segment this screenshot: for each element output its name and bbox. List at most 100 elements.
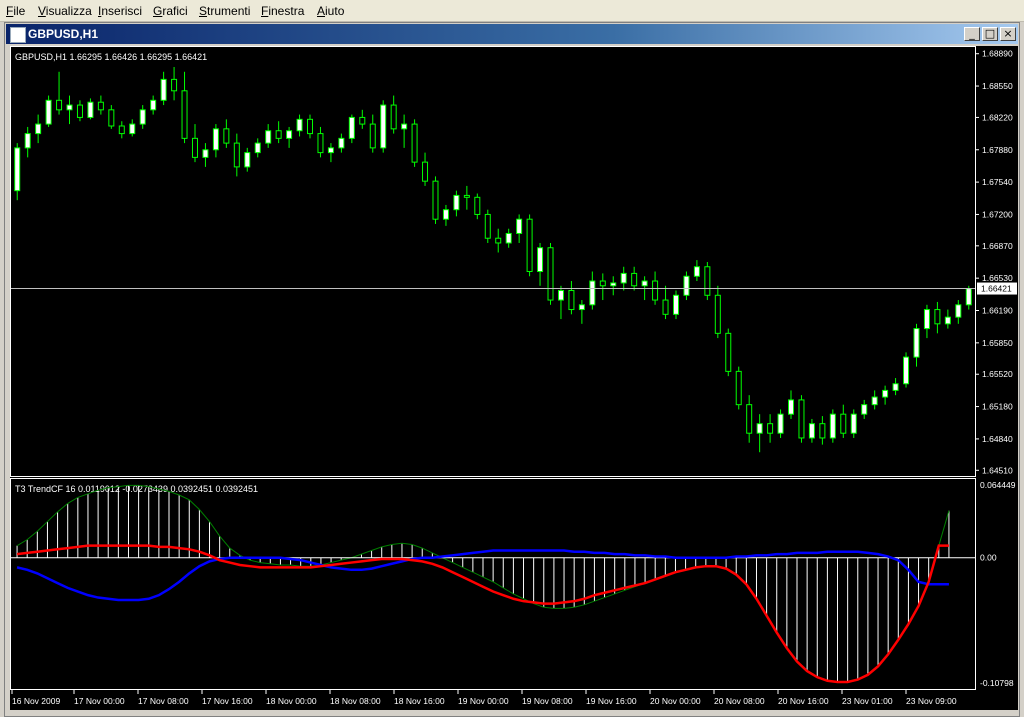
candle-body <box>233 142 240 168</box>
candle-body <box>903 356 910 385</box>
candle-body <box>202 149 209 158</box>
candle-body <box>735 370 742 406</box>
candle-body <box>631 272 638 287</box>
candle-body <box>589 280 596 306</box>
candle-body <box>578 304 585 311</box>
time-tick-label: 17 Nov 00:00 <box>74 696 125 706</box>
candle-body <box>704 266 711 296</box>
candle-body <box>882 389 889 398</box>
candle-body <box>307 118 314 135</box>
time-tick-label: 20 Nov 08:00 <box>714 696 765 706</box>
candle-body <box>265 130 272 144</box>
time-tick-label: 16 Nov 2009 <box>12 696 60 706</box>
candle-body <box>568 290 575 311</box>
price-tick-label: 1.65180 <box>982 402 1013 412</box>
price-tick-label: 1.66870 <box>982 241 1013 251</box>
candle-body <box>97 101 104 111</box>
candle-body <box>641 280 648 287</box>
chart-area[interactable]: GBPUSD,H1 1.66295 1.66426 1.66295 1.6642… <box>0 0 1024 717</box>
time-tick-label: 20 Nov 00:00 <box>650 696 701 706</box>
candle-body <box>422 161 429 182</box>
indicator-axis-label: 0.064449 <box>980 480 1016 490</box>
candle-body <box>788 399 795 415</box>
candle-body <box>327 147 334 154</box>
time-tick-label: 20 Nov 16:00 <box>778 696 829 706</box>
candle-body <box>442 209 449 220</box>
time-tick-label: 17 Nov 08:00 <box>138 696 189 706</box>
indicator-axis-label: 0.00 <box>980 553 997 563</box>
candle-body <box>537 247 544 273</box>
time-tick-label: 23 Nov 09:00 <box>906 696 957 706</box>
price-tick-label: 1.68220 <box>982 112 1013 122</box>
candle-body <box>108 109 115 127</box>
candle-body <box>693 266 700 277</box>
price-tick-label: 1.67200 <box>982 209 1013 219</box>
candle-body <box>725 332 732 372</box>
candle-body <box>390 104 397 130</box>
time-tick-label: 23 Nov 01:00 <box>842 696 893 706</box>
symbol-header: GBPUSD,H1 1.66295 1.66426 1.66295 1.6642… <box>15 52 207 62</box>
candle-body <box>369 123 376 149</box>
candle-body <box>35 123 42 135</box>
current-price-label: 1.66421 <box>981 284 1012 294</box>
candle-body <box>76 104 83 118</box>
candle-body <box>683 275 690 296</box>
candle-body <box>871 396 878 406</box>
time-tick-label: 18 Nov 00:00 <box>266 696 317 706</box>
price-tick-label: 1.65850 <box>982 338 1013 348</box>
price-tick-label: 1.64510 <box>982 465 1013 475</box>
candle-body <box>610 282 617 287</box>
price-tick-label: 1.66530 <box>982 273 1013 283</box>
candle-body <box>913 328 920 358</box>
candle-body <box>934 309 941 325</box>
time-tick-label: 19 Nov 08:00 <box>522 696 573 706</box>
candle-body <box>401 123 408 130</box>
time-tick-label: 17 Nov 16:00 <box>202 696 253 706</box>
candle-body <box>714 294 721 334</box>
candle-body <box>756 423 763 434</box>
candle-body <box>432 180 439 220</box>
candle-body <box>829 413 836 439</box>
candle-body <box>348 116 355 139</box>
candle-body <box>808 423 815 439</box>
candle-body <box>662 299 669 315</box>
price-tick-label: 1.68890 <box>982 49 1013 59</box>
candle-body <box>463 194 470 198</box>
candle-body <box>223 128 230 144</box>
time-tick-label: 19 Nov 00:00 <box>458 696 509 706</box>
candle-body <box>767 423 774 434</box>
price-tick-label: 1.67880 <box>982 145 1013 155</box>
candle-body <box>66 104 73 111</box>
candle-body <box>861 404 868 415</box>
candle-body <box>620 272 627 284</box>
candle-body <box>244 152 251 168</box>
price-tick-label: 1.67540 <box>982 177 1013 187</box>
candle-body <box>955 304 962 318</box>
candle-body <box>892 383 899 391</box>
candle-body <box>965 288 972 306</box>
candle-body <box>129 123 136 135</box>
candle-body <box>599 280 606 287</box>
candle-body <box>359 116 366 125</box>
candle-body <box>547 247 554 301</box>
candle-body <box>254 142 261 154</box>
candle-body <box>139 109 146 125</box>
indicator-axis-label: -0.10798 <box>980 678 1014 688</box>
candle-body <box>286 130 293 139</box>
price-tick-label: 1.66190 <box>982 306 1013 316</box>
time-tick-label: 18 Nov 08:00 <box>330 696 381 706</box>
candle-body <box>840 413 847 434</box>
candle-body <box>87 101 94 118</box>
candle-body <box>652 280 659 301</box>
candle-body <box>118 125 125 135</box>
candle-body <box>850 413 857 434</box>
candle-body <box>45 99 52 125</box>
time-tick-label: 18 Nov 16:00 <box>394 696 445 706</box>
candle-body <box>160 78 167 101</box>
candle-body <box>24 133 31 149</box>
candle-body <box>338 137 345 149</box>
candle-body <box>819 423 826 439</box>
price-tick-label: 1.68550 <box>982 81 1013 91</box>
candle-body <box>296 118 303 132</box>
chart-background <box>10 46 1018 710</box>
